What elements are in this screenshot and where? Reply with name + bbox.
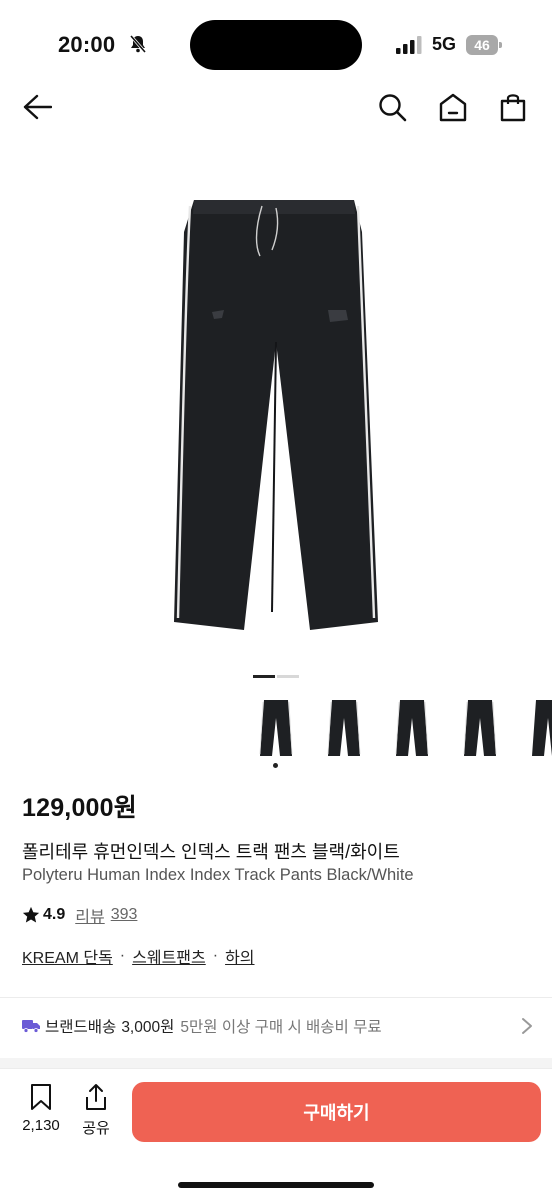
- thumbnail[interactable]: [256, 698, 296, 758]
- thumbnail[interactable]: [528, 698, 552, 758]
- tag-separator: ·: [119, 947, 126, 964]
- rating-value: 4.9: [43, 906, 66, 923]
- battery-icon: 46: [466, 35, 504, 55]
- image-pager: [253, 675, 299, 679]
- battery-level: 46: [466, 35, 498, 55]
- review-label[interactable]: 리뷰: [75, 903, 104, 927]
- product-price: 129,000원: [22, 794, 137, 822]
- status-time: 20:00: [58, 32, 116, 57]
- shipping-note: 5만원 이상 구매 시 배송비 무료: [180, 1019, 382, 1036]
- product-image[interactable]: [172, 192, 380, 637]
- product-name-korean: 폴리테루 휴먼인덱스 인덱스 트랙 팬츠 블랙/화이트: [22, 842, 400, 862]
- thumbnail[interactable]: [392, 698, 432, 758]
- shopping-bag-icon[interactable]: [498, 92, 528, 122]
- share-icon: [86, 1084, 106, 1110]
- signal-icon: [396, 36, 422, 54]
- star-icon: [22, 906, 40, 923]
- pager-inactive: [277, 675, 299, 678]
- thumbnail-selected-dot: [273, 763, 278, 768]
- back-arrow-icon[interactable]: [22, 92, 52, 122]
- share-label: 공유: [82, 1120, 110, 1137]
- dynamic-island: [190, 20, 362, 70]
- truck-icon: [22, 1020, 40, 1033]
- rating-row[interactable]: 4.9 리뷰 393: [22, 903, 137, 927]
- search-icon[interactable]: [377, 92, 407, 122]
- shipping-fee: 3,000원: [121, 1019, 175, 1036]
- bookmark-icon: [31, 1084, 51, 1110]
- divider: [0, 997, 552, 998]
- wish-count: 2,130: [22, 1117, 60, 1134]
- thumbnail[interactable]: [460, 698, 500, 758]
- shipping-info-row[interactable]: 브랜드배송 3,000원 5만원 이상 구매 시 배송비 무료: [22, 1014, 534, 1038]
- bell-slash-icon: [129, 35, 147, 53]
- buy-button[interactable]: 구매하기: [132, 1082, 541, 1142]
- tag-kream-exclusive[interactable]: KREAM 단독: [22, 944, 113, 968]
- wish-button[interactable]: 2,130: [18, 1083, 64, 1134]
- tag-sweatpants[interactable]: 스웨트팬츠: [132, 944, 206, 968]
- product-name-english: Polyteru Human Index Index Track Pants B…: [22, 866, 414, 884]
- share-button[interactable]: 공유: [74, 1083, 118, 1138]
- home-indicator: [178, 1182, 374, 1188]
- category-tags: KREAM 단독 · 스웨트팬츠 · 하의: [22, 944, 255, 968]
- pager-active: [253, 675, 275, 678]
- thumbnail[interactable]: [324, 698, 364, 758]
- section-divider: [0, 1058, 552, 1068]
- tag-bottoms[interactable]: 하의: [225, 944, 254, 968]
- chevron-right-icon: [522, 1018, 532, 1034]
- shipping-label: 브랜드배송: [45, 1019, 117, 1036]
- network-type: 5G: [432, 34, 457, 54]
- home-icon[interactable]: [438, 92, 468, 122]
- review-count[interactable]: 393: [111, 906, 138, 924]
- tag-separator: ·: [212, 947, 219, 964]
